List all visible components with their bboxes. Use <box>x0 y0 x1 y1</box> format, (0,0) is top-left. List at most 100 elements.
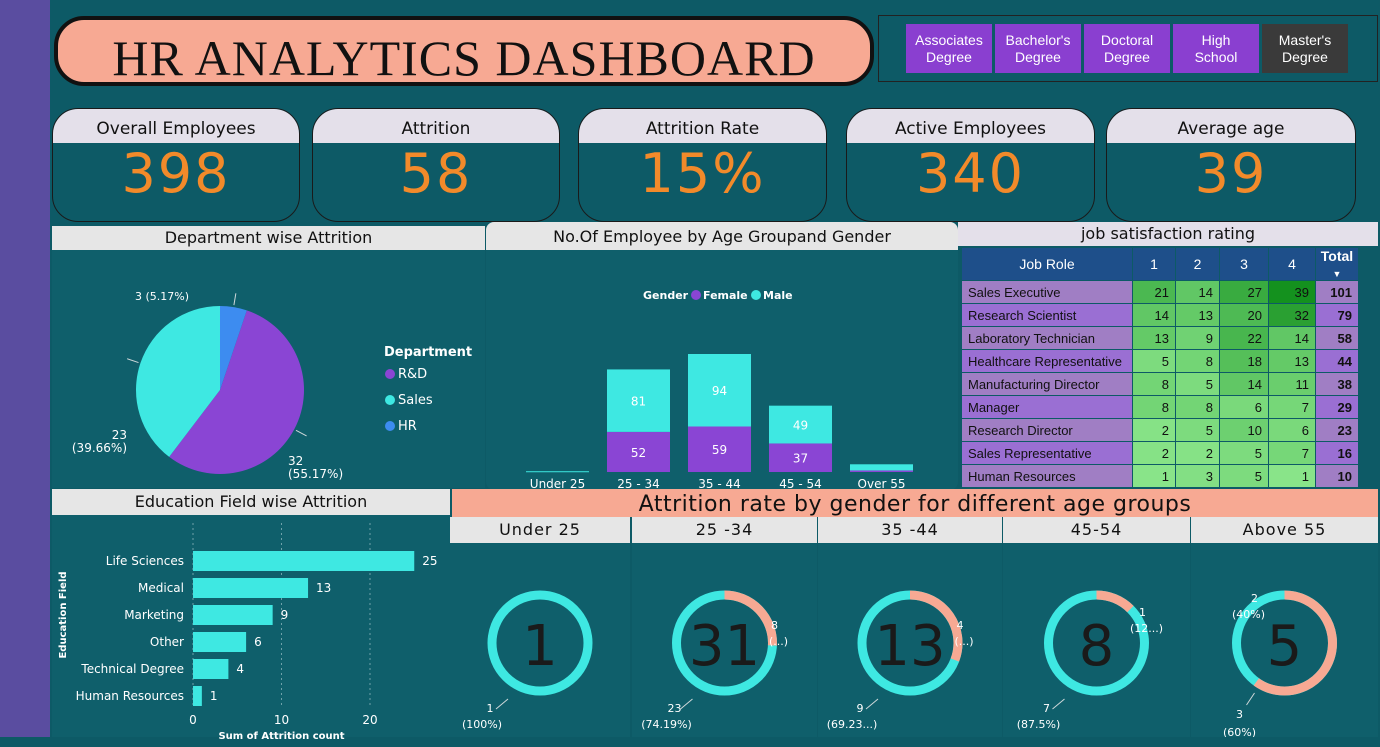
legend-label-r-d[interactable]: R&D <box>398 367 427 382</box>
gender-age-title: Attrition rate by gender for different a… <box>452 489 1378 517</box>
table-row[interactable]: Human Resources 1 3 5 1 10 <box>962 464 1359 488</box>
y-tick-label: Medical <box>138 581 184 595</box>
bar-label-male: 49 <box>793 419 808 433</box>
donut-center-value: 8 <box>1079 614 1115 679</box>
kpi-value: 340 <box>915 142 1026 205</box>
bar-male-over-55[interactable] <box>850 464 913 471</box>
legend-label-female[interactable]: Female <box>703 289 748 302</box>
bar-value-label: 4 <box>236 662 244 676</box>
slicer-label-line2: Degree <box>1104 48 1150 65</box>
table-row[interactable]: Sales Executive 21 14 27 39 101 <box>962 280 1359 304</box>
cell-rating-2: 8 <box>1175 349 1220 373</box>
cell-rating-2: 9 <box>1175 326 1220 350</box>
col-header-1[interactable]: 1 <box>1132 248 1176 281</box>
donut-card-35-44: 35 -44 13 9 (69.23...) 4 (...) <box>818 517 1002 737</box>
bar-label-female: 52 <box>631 446 646 460</box>
legend-label-hr[interactable]: HR <box>398 419 417 434</box>
cell-job-role: Human Resources <box>962 464 1133 488</box>
bar-legend-title: Gender <box>643 289 689 302</box>
legend-label-sales[interactable]: Sales <box>398 393 433 408</box>
cell-rating-3: 6 <box>1219 395 1269 419</box>
cell-rating-2: 5 <box>1175 418 1220 442</box>
pie-data-label-percent: (55.17%) <box>288 467 343 481</box>
pie-data-label-percent: (39.66%) <box>72 441 127 455</box>
x-tick-label: 0 <box>189 713 197 727</box>
slicer-label-line1: High <box>1201 31 1231 48</box>
col-header-4[interactable]: 4 <box>1268 248 1316 281</box>
cell-rating-3: 10 <box>1219 418 1269 442</box>
bar-human-resources[interactable] <box>193 686 202 706</box>
bar-other[interactable] <box>193 632 247 652</box>
col-header-2[interactable]: 2 <box>1175 248 1220 281</box>
donut-label-female-value: 4 <box>957 619 964 632</box>
donut-chart: 1 1 (100%) <box>462 590 593 731</box>
donut-group-label: 35 -44 <box>818 517 1002 543</box>
donut-label-male-percent: (74.19%) <box>641 718 692 731</box>
slicer-high-school[interactable]: High School <box>1173 24 1259 73</box>
table-row[interactable]: Manufacturing Director 8 5 14 11 38 <box>962 372 1359 396</box>
bar-life-sciences[interactable] <box>193 551 415 571</box>
bar-label-male: 81 <box>631 395 646 409</box>
cell-total: 16 <box>1315 441 1359 465</box>
table-row[interactable]: Laboratory Technician 13 9 22 14 58 <box>962 326 1359 350</box>
age-gender-bar-chart: Gender Female MaleUnder 25528125 - 3459943… <box>526 289 913 507</box>
col-header-3[interactable]: 3 <box>1219 248 1269 281</box>
donut-label-male-percent: (40%) <box>1232 608 1265 621</box>
dashboard-title-box: HR ANALYTICS DASHBOARD <box>54 16 874 86</box>
bar-medical[interactable] <box>193 578 309 598</box>
donut-label-male-value: 23 <box>668 702 682 715</box>
cell-rating-1: 2 <box>1132 418 1176 442</box>
age-gender-panel: No.Of Employee by Age Groupand Gender Ge… <box>486 222 958 507</box>
kpi-value: 15% <box>639 142 766 205</box>
donut-label-female-value: 8 <box>771 619 778 632</box>
bar-female-over-55[interactable] <box>850 470 913 472</box>
bar-marketing[interactable] <box>193 605 273 625</box>
donut-center-value: 13 <box>874 614 945 679</box>
age-gender-title: No.Of Employee by Age Groupand Gender <box>486 222 958 250</box>
education-attrition-panel: Education Field wise Attrition 0 10 20 Life… <box>52 489 450 742</box>
kpi-label: Overall Employees <box>53 109 299 143</box>
cell-rating-1: 5 <box>1132 349 1176 373</box>
department-attrition-title: Department wise Attrition <box>52 226 485 250</box>
job-satisfaction-panel: job satisfaction rating Job Role 1 2 3 4… <box>958 222 1378 488</box>
donut-leader-line <box>865 698 879 710</box>
cell-rating-4: 32 <box>1268 303 1316 327</box>
bar-male-under-25[interactable] <box>526 471 589 473</box>
col-header-job-role[interactable]: Job Role <box>962 248 1133 281</box>
donut-chart: 8 7 (87.5%) 1 (12...) <box>1017 590 1163 731</box>
table-row[interactable]: Research Director 2 5 10 6 23 <box>962 418 1359 442</box>
cell-total: 29 <box>1315 395 1359 419</box>
col-header-total[interactable]: Total ▼ <box>1315 248 1359 281</box>
cell-rating-3: 5 <box>1219 441 1269 465</box>
department-pie-chart: 32(55.17%) 23(39.66%) 3 (5.17%) Department R… <box>72 290 472 481</box>
donut-label-female-percent: (60%) <box>1223 726 1256 737</box>
cell-rating-4: 7 <box>1268 441 1316 465</box>
cell-rating-4: 14 <box>1268 326 1316 350</box>
table-row[interactable]: Sales Representative 2 2 5 7 16 <box>962 441 1359 465</box>
sort-desc-icon: ▼ <box>1332 269 1342 279</box>
table-row[interactable]: Research Scientist 14 13 20 32 79 <box>962 303 1359 327</box>
bar-technical-degree[interactable] <box>193 659 229 679</box>
donut-card-under-25: Under 25 1 1 (100%) <box>450 517 630 737</box>
cell-total: 79 <box>1315 303 1359 327</box>
slicer-associates-degree[interactable]: Associates Degree <box>906 24 992 73</box>
table-row[interactable]: Healthcare Representative 5 8 18 13 44 <box>962 349 1359 373</box>
slicer-masters-degree[interactable]: Master's Degree <box>1262 24 1348 73</box>
y-tick-label: Technical Degree <box>80 662 184 676</box>
total-header-label: Total <box>1320 248 1354 264</box>
slicer-bachelors-degree[interactable]: Bachelor's Degree <box>995 24 1081 73</box>
pie-data-label-value: 23 <box>112 428 127 442</box>
table-row[interactable]: Manager 8 8 6 7 29 <box>962 395 1359 419</box>
legend-label-male[interactable]: Male <box>763 289 793 302</box>
donut-center-value: 1 <box>522 614 558 679</box>
cell-rating-1: 1 <box>1132 464 1176 488</box>
donut-label-female-percent: (...) <box>769 635 788 648</box>
slicer-label-line1: Bachelor's <box>1005 31 1071 48</box>
cell-job-role: Research Director <box>962 418 1133 442</box>
cell-rating-2: 3 <box>1175 464 1220 488</box>
donut-segment-female[interactable] <box>1096 590 1134 613</box>
cell-rating-1: 13 <box>1132 326 1176 350</box>
x-tick-label: 10 <box>274 713 289 727</box>
slicer-doctoral-degree[interactable]: Doctoral Degree <box>1084 24 1170 73</box>
cell-rating-1: 8 <box>1132 395 1176 419</box>
